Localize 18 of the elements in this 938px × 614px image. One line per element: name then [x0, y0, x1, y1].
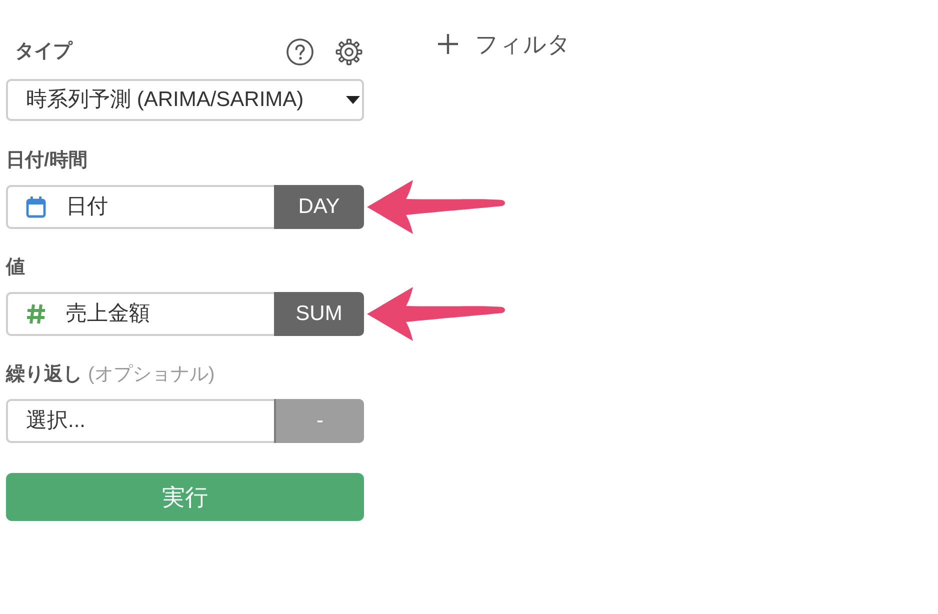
settings-icon[interactable] — [335, 38, 363, 66]
column-select[interactable]: 日付 — [6, 185, 274, 229]
field-label: 値 — [6, 256, 25, 280]
type-select[interactable]: 時系列予測 (ARIMA/SARIMA) — [6, 79, 364, 121]
plus-icon — [437, 33, 459, 55]
field-label: 繰り返し — [6, 363, 82, 387]
help-icon[interactable] — [286, 38, 314, 66]
column-select[interactable]: 選択... — [6, 399, 274, 443]
aggregation-button[interactable]: DAY — [274, 185, 364, 229]
calendar-icon — [26, 196, 46, 218]
aggregation-button[interactable]: SUM — [274, 292, 364, 336]
hash-icon — [26, 303, 46, 325]
caret-icon — [346, 96, 360, 104]
type-label: タイプ — [14, 40, 74, 64]
field-label: 日付/時間 — [6, 149, 88, 173]
filter-button[interactable]: フィルタ — [437, 28, 571, 60]
optional-note: (オプショナル) — [88, 363, 215, 387]
column-select[interactable]: 売上金額 — [6, 292, 274, 336]
